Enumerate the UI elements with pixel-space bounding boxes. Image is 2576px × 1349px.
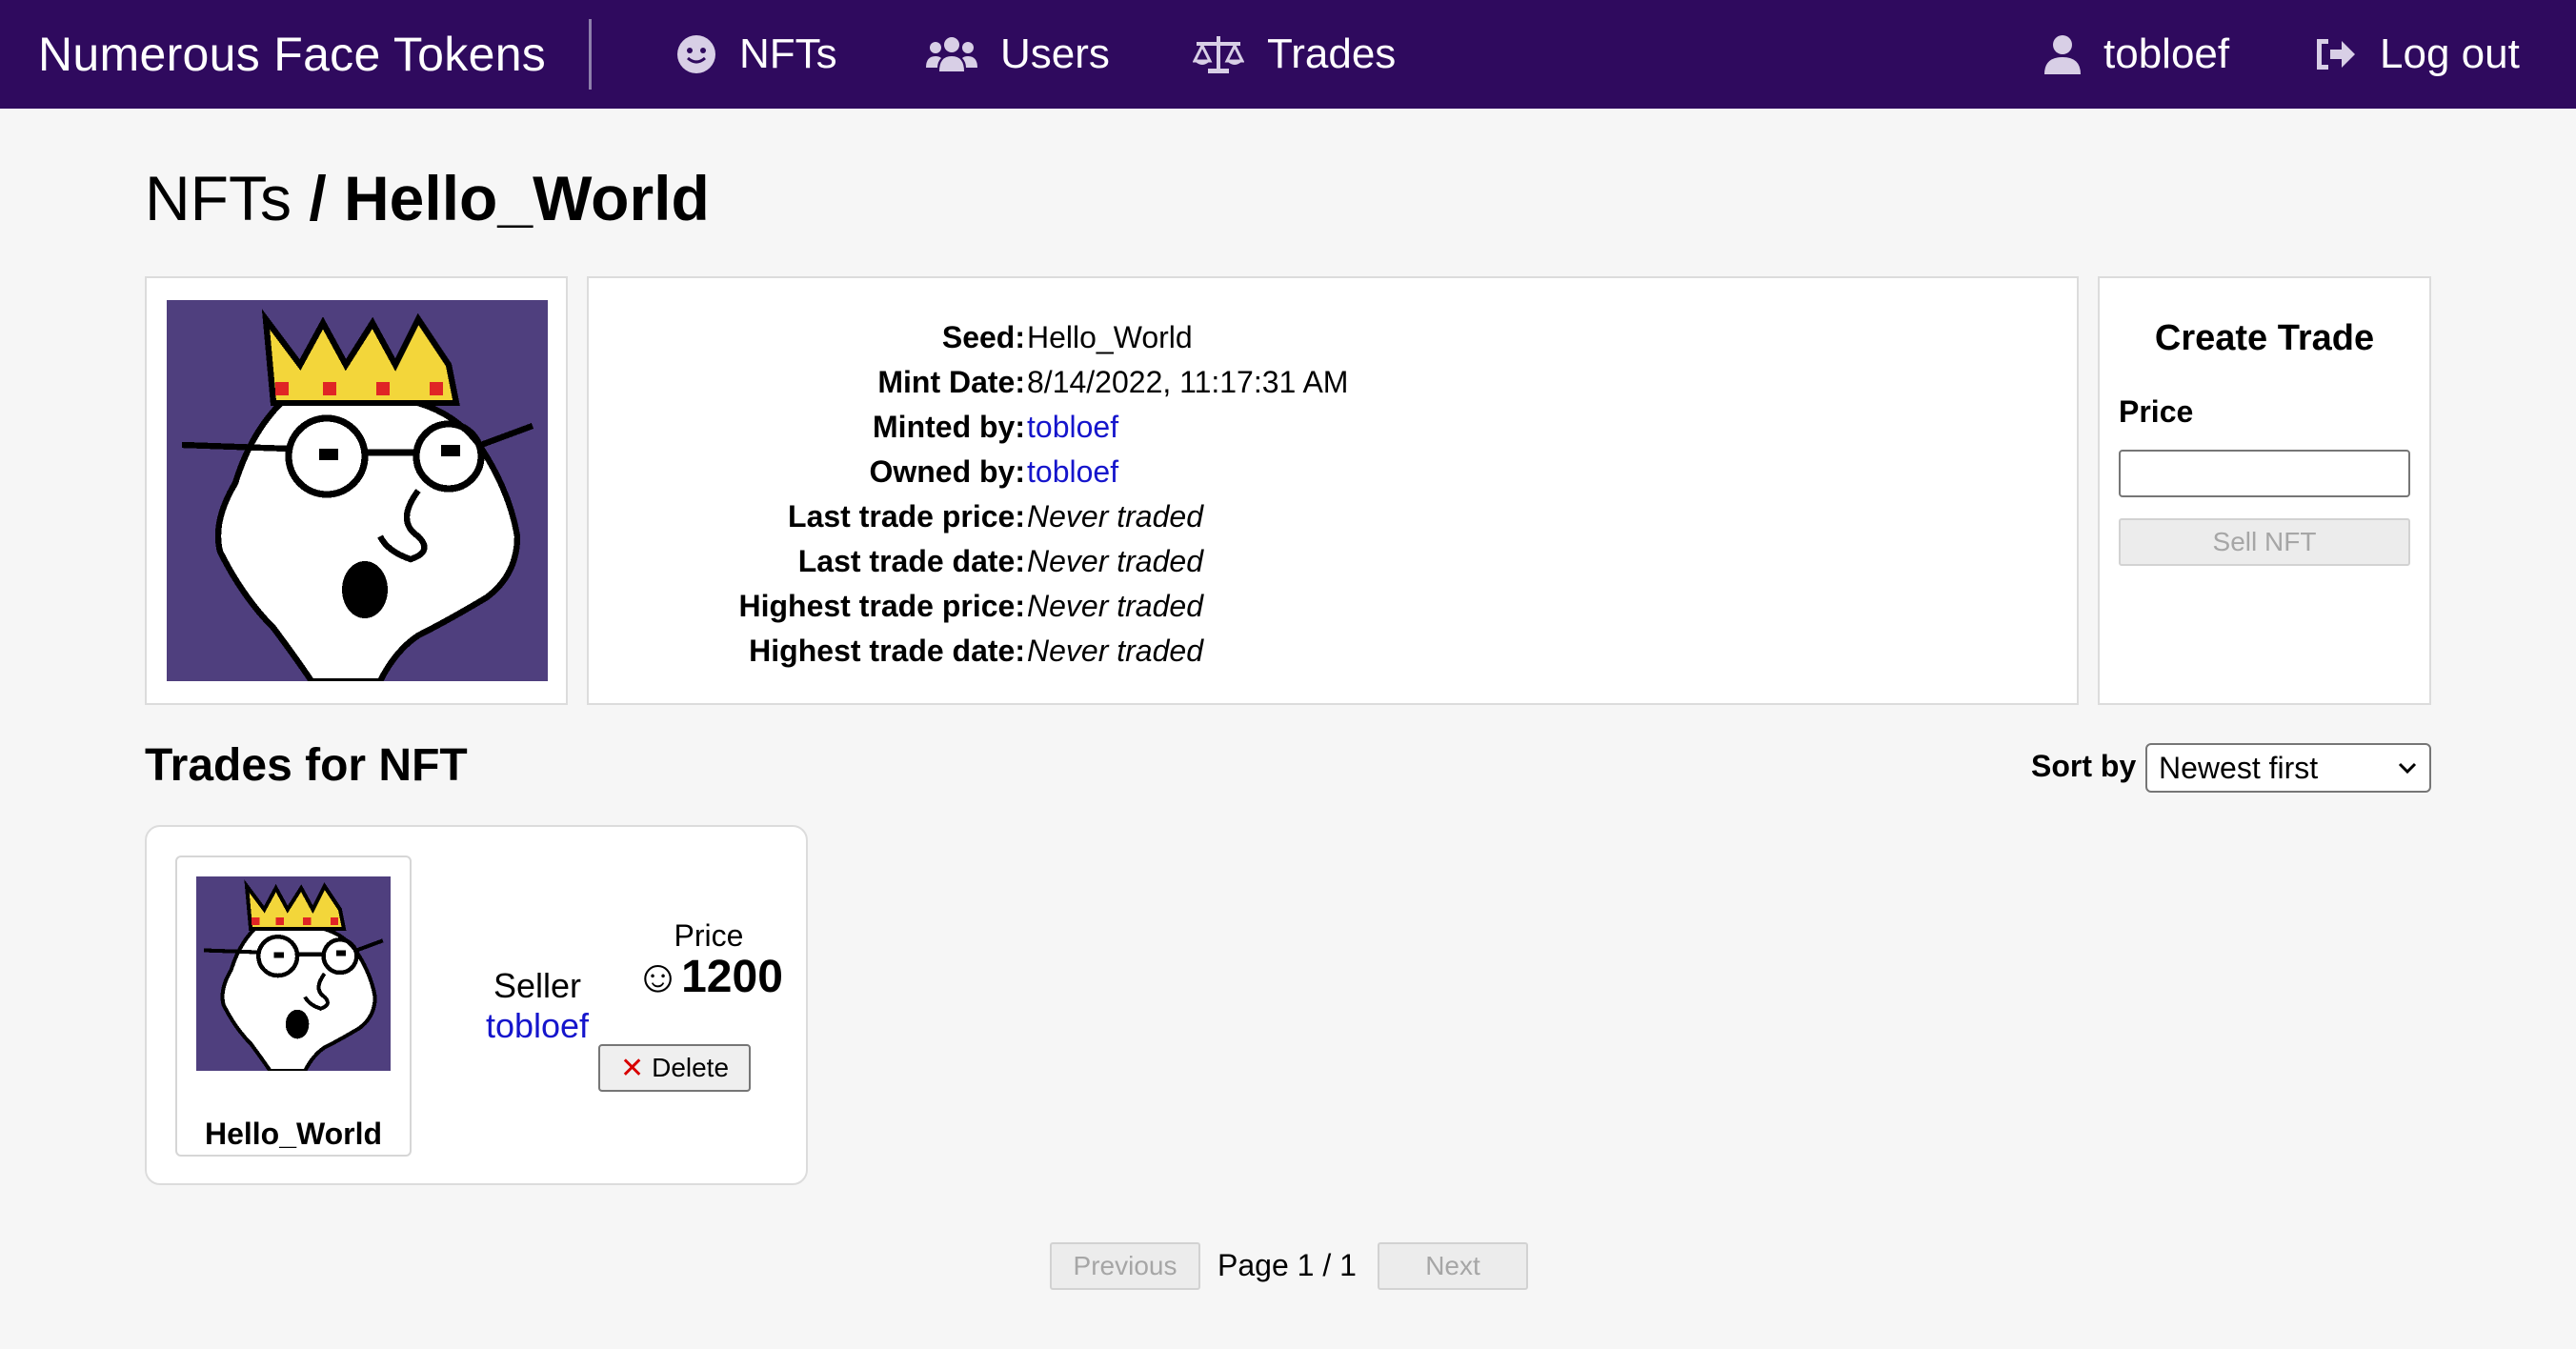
nav-users[interactable]: Users <box>926 0 1110 109</box>
delete-trade-button[interactable]: ✕ Delete <box>598 1044 751 1092</box>
detail-row-seed: Seed: Hello_World <box>589 320 2081 365</box>
trades-section-title: Trades for NFT <box>145 740 468 791</box>
page-indicator: Page 1 / 1 <box>1218 1248 1357 1282</box>
detail-label: Mint Date: <box>877 365 1025 399</box>
create-trade-card: Create Trade Price Sell NFT <box>2098 276 2431 705</box>
detail-value: Hello_World <box>1027 320 1193 354</box>
trade-nft-name: Hello_World <box>204 1117 383 1151</box>
sell-nft-button[interactable]: Sell NFT <box>2119 518 2410 566</box>
seller-link[interactable]: tobloef <box>423 1006 652 1046</box>
nav-logout[interactable]: Log out <box>2313 0 2520 109</box>
detail-label: Last trade date: <box>797 544 1025 578</box>
detail-value: Never traded <box>1027 544 1203 578</box>
nav-logout-label: Log out <box>2380 30 2520 77</box>
nav-trades[interactable]: Trades <box>1193 0 1396 109</box>
nft-face-thumbnail <box>196 876 391 1071</box>
detail-label: Owned by: <box>869 454 1025 489</box>
trade-listing: Hello_World Seller tobloef Price ☺1200 ✕… <box>145 825 808 1185</box>
logout-icon <box>2313 35 2357 73</box>
user-icon <box>2044 34 2081 74</box>
create-trade-title: Create Trade <box>2154 318 2375 358</box>
detail-row-mint-date: Mint Date: 8/14/2022, 11:17:31 AM <box>589 365 2081 410</box>
trade-nft-thumbnail[interactable]: Hello_World <box>175 856 412 1157</box>
breadcrumb-parent[interactable]: NFTs <box>145 163 292 233</box>
detail-label: Highest trade date: <box>749 634 1025 668</box>
nav-trades-label: Trades <box>1267 30 1397 77</box>
sort-select[interactable]: Newest first <box>2145 743 2431 793</box>
minted-by-link[interactable]: tobloef <box>1027 410 1118 445</box>
nav-users-label: Users <box>1000 30 1110 77</box>
detail-row-minted-by: Minted by: tobloef <box>589 410 2081 454</box>
sort-selected-value: Newest first <box>2159 751 2319 785</box>
trade-price-label: Price <box>674 918 744 953</box>
nft-face-image <box>167 300 548 681</box>
nav-profile[interactable]: tobloef <box>2044 0 2229 109</box>
previous-page-button[interactable]: Previous <box>1050 1242 1200 1290</box>
detail-value: Never traded <box>1027 589 1203 623</box>
price-label: Price <box>2119 394 2194 429</box>
detail-row-highest-trade-price: Highest trade price: Never traded <box>589 589 2081 634</box>
delete-label: Delete <box>652 1053 730 1082</box>
price-input[interactable] <box>2119 450 2410 497</box>
detail-label: Highest trade price: <box>738 589 1025 623</box>
scale-icon <box>1193 34 1244 74</box>
page-title: NFTs / Hello_World <box>145 162 710 234</box>
nav-nfts-label: NFTs <box>739 30 837 77</box>
next-page-button[interactable]: Next <box>1378 1242 1528 1290</box>
smiley-icon <box>676 34 716 74</box>
top-navbar: Numerous Face Tokens NFTs Users Trades t… <box>0 0 2576 109</box>
detail-value: Never traded <box>1027 634 1203 668</box>
nav-username: tobloef <box>2103 30 2230 77</box>
detail-value: Never traded <box>1027 499 1203 534</box>
nft-details-card: Seed: Hello_World Mint Date: 8/14/2022, … <box>587 276 2079 705</box>
brand-logo[interactable]: Numerous Face Tokens <box>38 0 546 109</box>
chevron-down-icon <box>2395 747 2420 801</box>
detail-row-last-trade-price: Last trade price: Never traded <box>589 499 2081 544</box>
detail-row-last-trade-date: Last trade date: Never traded <box>589 544 2081 589</box>
detail-label: Last trade price: <box>788 499 1025 534</box>
breadcrumb-current: Hello_World <box>344 163 710 233</box>
owned-by-link[interactable]: tobloef <box>1027 454 1118 490</box>
nft-image-card <box>145 276 568 705</box>
detail-label: Seed: <box>941 320 1025 354</box>
trade-price-value: ☺1200 <box>634 952 783 1002</box>
sort-label: Sort by <box>2031 749 2137 783</box>
detail-row-owned-by: Owned by: tobloef <box>589 454 2081 499</box>
detail-value: 8/14/2022, 11:17:31 AM <box>1027 365 1349 399</box>
close-icon: ✕ <box>619 1052 645 1084</box>
detail-row-highest-trade-date: Highest trade date: Never traded <box>589 634 2081 678</box>
brand-divider <box>589 19 592 90</box>
nav-nfts[interactable]: NFTs <box>676 0 837 109</box>
detail-label: Minted by: <box>873 410 1025 444</box>
users-icon <box>926 35 977 73</box>
breadcrumb-separator: / <box>291 163 344 233</box>
